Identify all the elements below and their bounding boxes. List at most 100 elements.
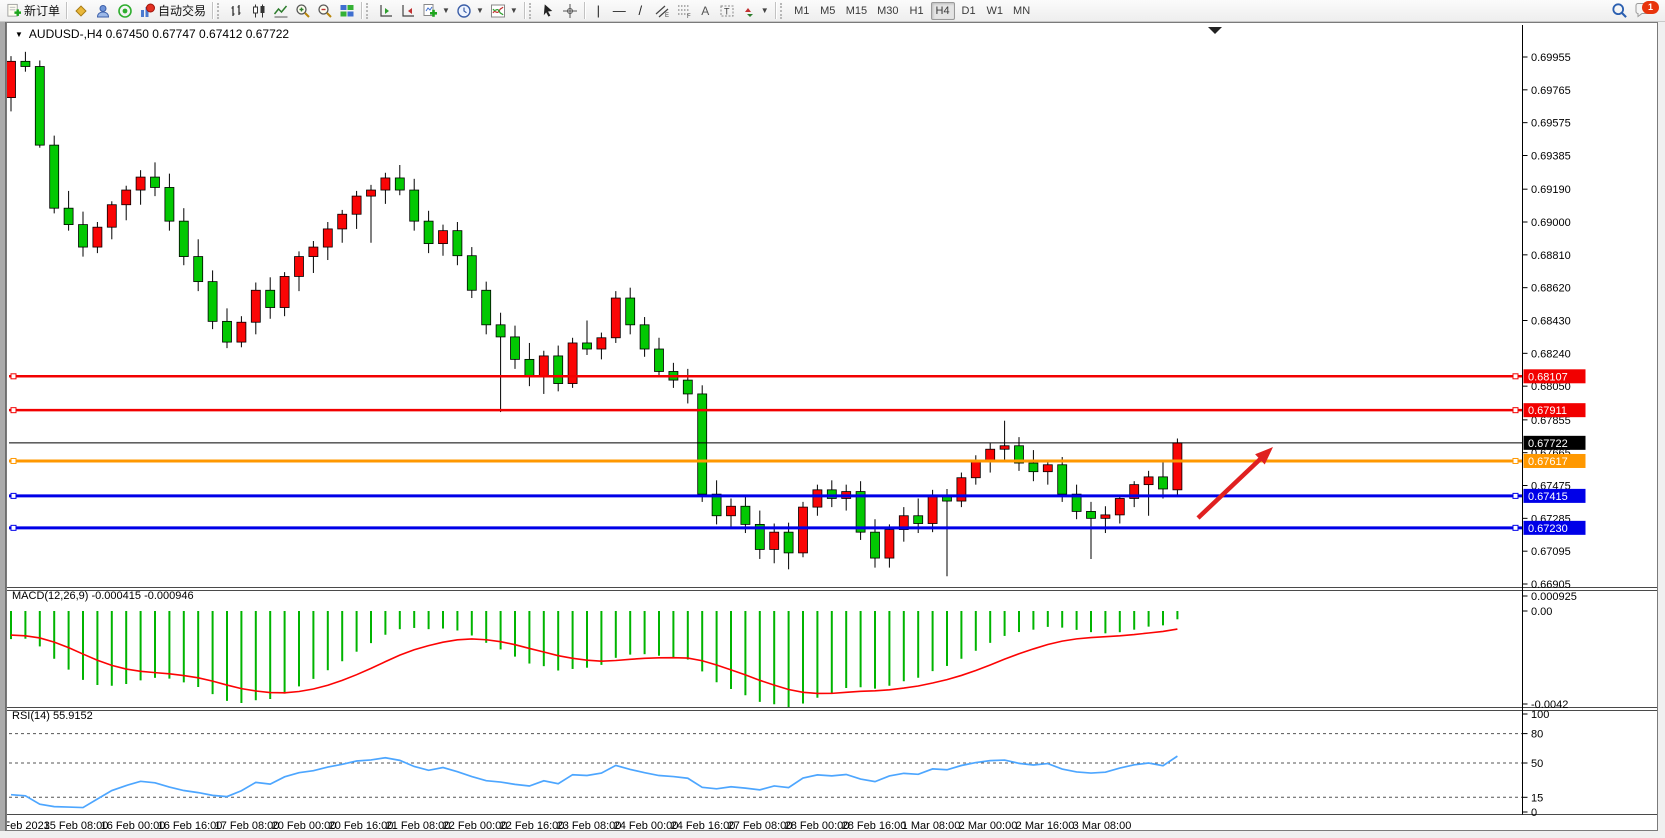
bear-candle (554, 356, 563, 384)
hline-anchor[interactable] (11, 408, 16, 413)
chart-canvas[interactable]: 0.699550.697650.695750.693850.691900.690… (7, 23, 1657, 830)
hline-anchor[interactable] (1513, 493, 1518, 498)
text-label-tool-button[interactable]: T (716, 1, 738, 21)
bar-chart-icon (229, 3, 245, 19)
zoom-in-button[interactable] (292, 1, 314, 21)
text-label-icon: T (719, 3, 735, 19)
auto-trading-button[interactable]: 自动交易 (136, 1, 209, 21)
chart-window[interactable]: ▼ AUDUSD-,H4 0.67450 0.67747 0.67412 0.6… (6, 22, 1658, 831)
chat-button[interactable]: 1 (1631, 1, 1655, 21)
hline-anchor[interactable] (11, 525, 16, 530)
auto-scroll-button[interactable] (397, 1, 419, 21)
indicators-button[interactable]: ▼ (487, 1, 521, 21)
trend-arrow[interactable] (1198, 447, 1273, 518)
notification-badge: 1 (1642, 1, 1659, 14)
timeframe-H4-button[interactable]: H4 (931, 2, 955, 20)
toolbar-grip[interactable] (217, 3, 223, 19)
trendline-icon: / (638, 4, 642, 17)
text-tool-button[interactable]: A (695, 1, 716, 21)
bull-candle (799, 507, 808, 553)
candlestick-type-button[interactable] (248, 1, 270, 21)
time-tick-label: 2 Mar 00:00 (959, 820, 1018, 830)
time-tick-label: 28 Feb 16:00 (842, 820, 907, 830)
main-toolbar: 新订单 自动交易 (0, 0, 1665, 22)
chart-shift-marker[interactable] (1208, 27, 1222, 34)
timeframe-W1-button[interactable]: W1 (983, 2, 1008, 20)
community-button[interactable] (92, 1, 114, 21)
rsi-axis[interactable]: 1008050150 (1523, 709, 1550, 819)
chart-shift-button[interactable] (375, 1, 397, 21)
horizontal-line-tool-button[interactable]: — (609, 1, 630, 21)
chart-title-row: ▼ AUDUSD-,H4 0.67450 0.67747 0.67412 0.6… (15, 27, 289, 41)
bull-candle (1173, 443, 1182, 490)
auto-trading-label: 自动交易 (158, 2, 206, 19)
line-chart-type-button[interactable] (270, 1, 292, 21)
hline-anchor[interactable] (11, 493, 16, 498)
time-axis[interactable]: 14 Feb 202315 Feb 08:0016 Feb 00:0016 Fe… (7, 820, 1131, 830)
macd-axis[interactable]: 0.0009250.00-0.0042 (1523, 591, 1577, 711)
timeframe-M30-button[interactable]: M30 (873, 2, 902, 20)
timeframe-MN-button[interactable]: MN (1009, 2, 1034, 20)
fibonacci-tool-button[interactable]: F (673, 1, 695, 21)
trendline-tool-button[interactable]: / (630, 1, 651, 21)
timeframe-M1-button[interactable]: M1 (790, 2, 814, 20)
timeframe-H1-button[interactable]: H1 (905, 2, 929, 20)
timeframe-M5-button[interactable]: M5 (816, 2, 840, 20)
bear-candle (453, 231, 462, 256)
time-tick-label: 16 Feb 16:00 (158, 820, 223, 830)
metaeditor-button[interactable] (70, 1, 92, 21)
bear-candle (626, 298, 635, 325)
equidistant-channel-icon: E (654, 3, 670, 19)
bear-candle (1029, 463, 1038, 472)
hline-anchor[interactable] (1513, 408, 1518, 413)
one-click-collapse-icon[interactable]: ▼ (15, 30, 23, 39)
tile-windows-button[interactable] (336, 1, 358, 21)
timeframe-D1-button[interactable]: D1 (957, 2, 981, 20)
bull-candle (122, 190, 131, 205)
price-axis[interactable]: 0.699550.697650.695750.693850.691900.690… (1523, 52, 1571, 591)
bear-candle (223, 321, 232, 342)
bull-candle (611, 298, 620, 338)
toolbar-grip[interactable] (366, 3, 372, 19)
timeframe-M15-button[interactable]: M15 (842, 2, 871, 20)
bull-candle (295, 257, 304, 277)
bear-candle (914, 516, 923, 524)
bear-candle (482, 290, 491, 325)
period-clock-button[interactable]: ▼ (453, 1, 487, 21)
zoom-out-button[interactable] (314, 1, 336, 21)
hline-anchor[interactable] (1513, 374, 1518, 379)
new-chart-button[interactable]: ▼ (419, 1, 453, 21)
indicators-icon (490, 3, 506, 19)
metaeditor-icon (73, 3, 89, 19)
arrows-tool-button[interactable]: ▼ (738, 1, 772, 21)
search-button[interactable] (1608, 1, 1631, 21)
bear-candle (856, 492, 865, 533)
dropdown-caret: ▼ (476, 6, 484, 15)
bear-candle (35, 67, 44, 146)
toolbar-separator (524, 2, 525, 19)
clock-icon (456, 3, 472, 19)
vertical-line-tool-button[interactable]: | (588, 1, 609, 21)
crosshair-tool-button[interactable] (559, 1, 581, 21)
cursor-tool-button[interactable] (538, 1, 559, 21)
horizontal-line-objects[interactable] (9, 374, 1522, 531)
bull-candle (813, 490, 822, 507)
bull-candle (7, 61, 16, 97)
news-button[interactable] (114, 1, 136, 21)
svg-text:0.68107: 0.68107 (1528, 371, 1568, 383)
bar-chart-type-button[interactable] (226, 1, 248, 21)
bear-candle (784, 532, 793, 553)
line-chart-icon (273, 3, 289, 19)
price-tick-label: 0.69765 (1531, 85, 1571, 97)
channel-tool-button[interactable]: E (651, 1, 673, 21)
hline-anchor[interactable] (11, 374, 16, 379)
bull-candle (237, 322, 246, 342)
hline-anchor[interactable] (11, 458, 16, 463)
price-tick-label: 0.69955 (1531, 52, 1571, 64)
new-order-button[interactable]: 新订单 (3, 1, 63, 21)
hline-anchor[interactable] (1513, 525, 1518, 530)
bear-candle (712, 494, 721, 516)
hline-anchor[interactable] (1513, 458, 1518, 463)
toolbar-grip[interactable] (780, 3, 786, 19)
toolbar-grip[interactable] (529, 3, 535, 19)
